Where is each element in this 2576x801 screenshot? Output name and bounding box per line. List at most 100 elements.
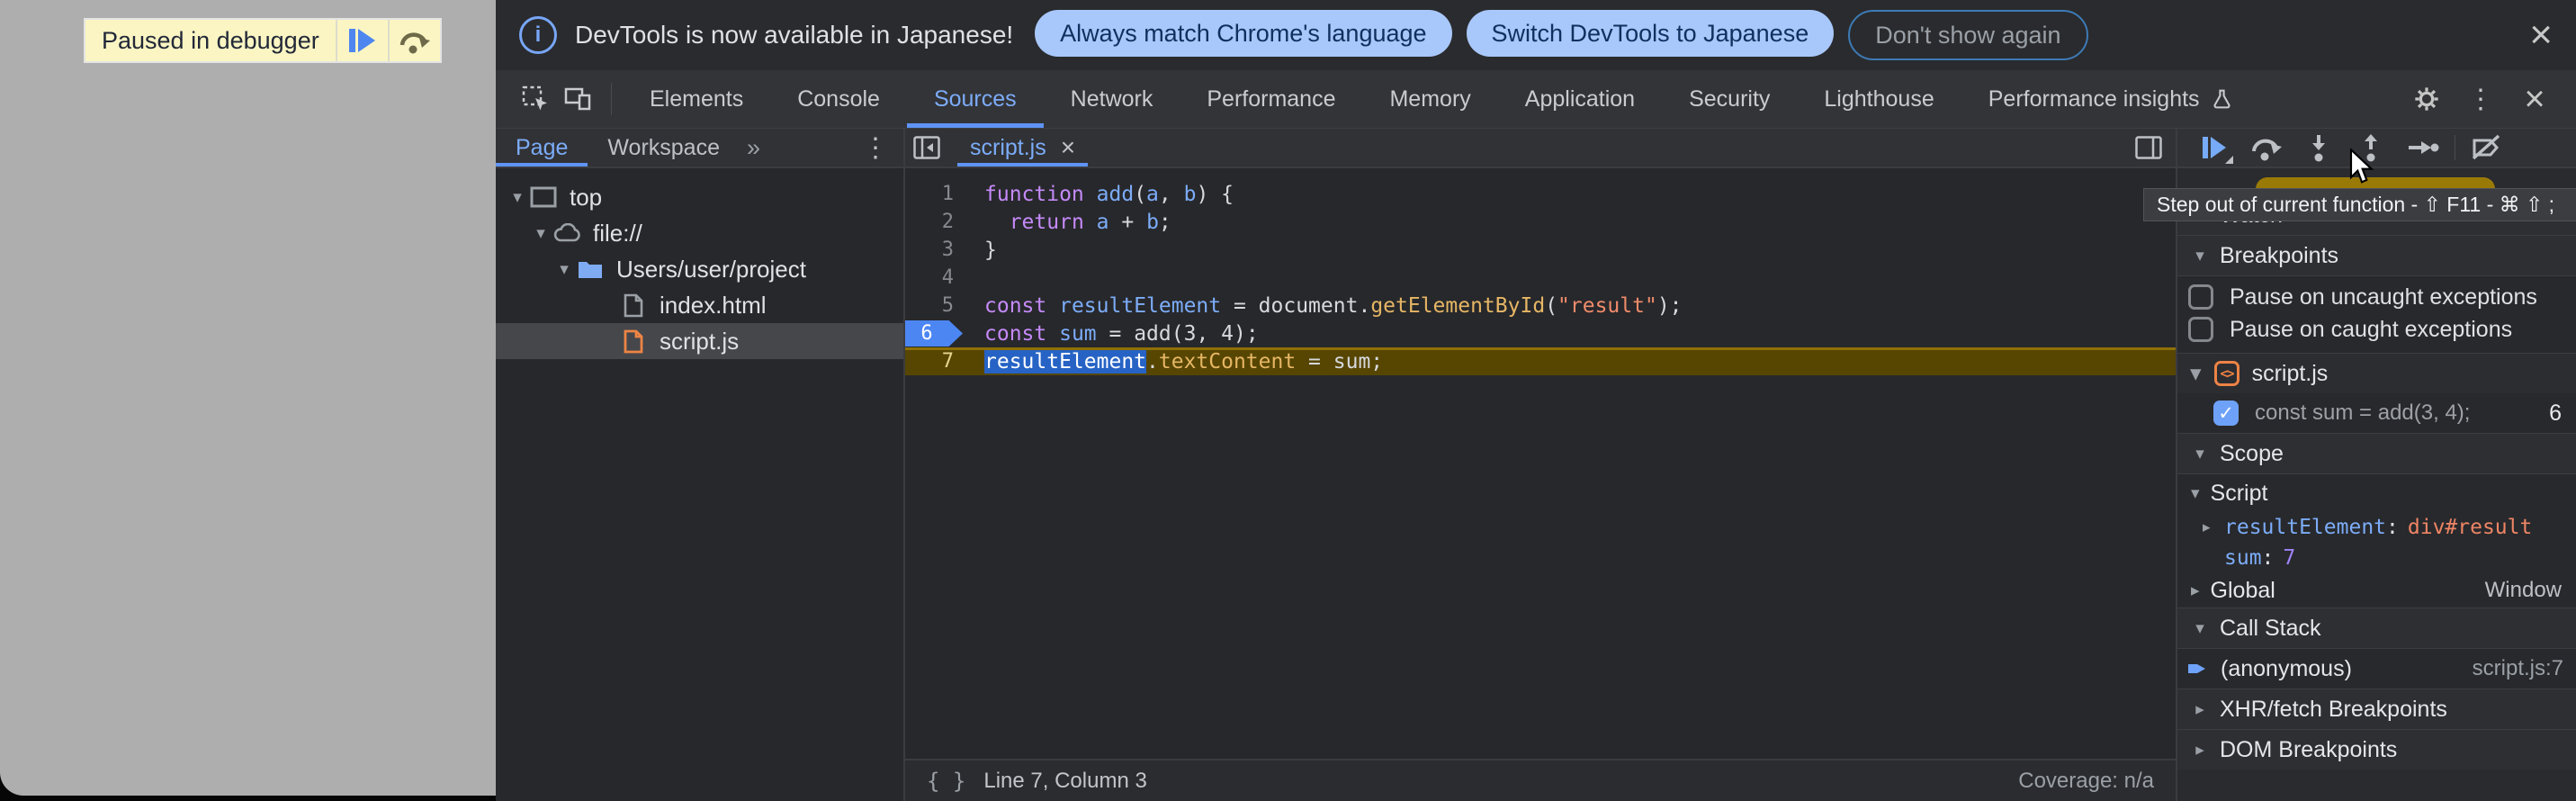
tab-console[interactable]: Console: [770, 70, 907, 128]
line-number-gutter[interactable]: 3: [905, 236, 972, 264]
tab-close-icon[interactable]: ×: [1061, 133, 1075, 162]
tab-memory[interactable]: Memory: [1362, 70, 1497, 128]
inspect-element-button[interactable]: [514, 70, 557, 128]
tree-item-top[interactable]: ▾top: [496, 179, 903, 215]
tree-item-Users-user-project[interactable]: ▾Users/user/project: [496, 251, 903, 287]
callstack-frame[interactable]: (anonymous) script.js:7: [2177, 648, 2576, 688]
code-token: resultElement: [984, 350, 1146, 374]
gear-icon: [2412, 85, 2441, 113]
toggle-navigator-button[interactable]: [905, 136, 948, 159]
tree-item-file-[interactable]: ▾file://: [496, 215, 903, 251]
close-devtools-button[interactable]: ×: [2511, 79, 2558, 120]
step-over-banner-button[interactable]: [388, 20, 440, 61]
code-line-1[interactable]: 1function add(a, b) {: [905, 180, 2176, 208]
line-number-gutter[interactable]: 6: [905, 320, 972, 347]
tab-elements[interactable]: Elements: [623, 70, 770, 128]
code-line-6[interactable]: 6const sum = add(3, 4);: [905, 320, 2176, 347]
line-number-gutter[interactable]: 7: [905, 347, 972, 375]
tab-application[interactable]: Application: [1498, 70, 1662, 128]
notification-action-button[interactable]: Always match Chrome's language: [1035, 10, 1451, 57]
notification-bar: i DevTools is now available in Japanese!…: [496, 0, 2576, 70]
code-token: "result": [1557, 294, 1657, 318]
scope-section-header[interactable]: ▾ Scope: [2177, 433, 2576, 473]
screenshot-root: { "colors":{"accent_blue":"#7cacf8","bre…: [0, 0, 2576, 801]
toggle-device-toolbar-button[interactable]: [557, 70, 600, 128]
scope-script-group[interactable]: ▾ Script: [2177, 473, 2576, 512]
paused-in-debugger-banner: Paused in debugger: [84, 18, 442, 63]
navigator-tab-page[interactable]: Page: [496, 129, 588, 166]
mouse-cursor: [2347, 148, 2377, 184]
deactivate-breakpoints-button[interactable]: [2461, 129, 2513, 166]
tab-network[interactable]: Network: [1044, 70, 1180, 128]
navigator-tab-workspace[interactable]: Workspace: [588, 129, 740, 166]
scope-global-row[interactable]: ▸ Global Window: [2177, 573, 2576, 608]
breakpoint-file-header[interactable]: ▾ <> script.js: [2177, 354, 2576, 393]
code-token: return: [1010, 211, 1084, 234]
file-tree: ▾top▾file://▾Users/user/projectindex.htm…: [496, 168, 903, 359]
breakpoint-entry[interactable]: ✓ const sum = add(3, 4); 6: [2177, 393, 2576, 433]
editor-tab-scriptjs[interactable]: script.js ×: [957, 129, 1088, 166]
pause-uncaught-checkbox[interactable]: [2188, 284, 2213, 310]
tab-performance-insights[interactable]: Performance insights: [1961, 70, 2260, 128]
code-line-4[interactable]: 4: [905, 264, 2176, 292]
code-token: );: [1234, 322, 1259, 346]
settings-button[interactable]: [2403, 85, 2450, 113]
line-number-gutter[interactable]: 2: [905, 208, 972, 236]
line-number-gutter[interactable]: 5: [905, 292, 972, 320]
scope-label: Scope: [2220, 441, 2284, 467]
code-line-3[interactable]: 3}: [905, 236, 2176, 264]
code-line-7[interactable]: 7resultElement.textContent = sum;: [905, 347, 2176, 375]
tab-sources[interactable]: Sources: [907, 70, 1044, 128]
tree-item-index-html[interactable]: index.html: [496, 287, 903, 323]
line-number-gutter[interactable]: 4: [905, 264, 972, 292]
caret-expanded-icon: ▾: [2190, 360, 2202, 387]
tree-item-label: Users/user/project: [616, 256, 806, 284]
resume-button[interactable]: [2188, 129, 2240, 166]
caret-expanded-icon: ▾: [2191, 483, 2200, 504]
notification-action-button[interactable]: Switch DevTools to Japanese: [1467, 10, 1835, 57]
navigator-more-options-button[interactable]: ⋮: [862, 132, 903, 164]
callstack-section-header[interactable]: ▾ Call Stack: [2177, 608, 2576, 648]
step-button[interactable]: [2397, 129, 2449, 166]
breakpoints-section-header[interactable]: ▾ Breakpoints: [2177, 235, 2576, 275]
tab-lighthouse[interactable]: Lighthouse: [1797, 70, 1961, 128]
pause-caught-exceptions-row[interactable]: Pause on caught exceptions: [2177, 313, 2576, 346]
notification-close-icon[interactable]: ×: [2529, 15, 2553, 55]
step-over-button[interactable]: [2240, 129, 2293, 166]
flask-icon: [2211, 87, 2233, 112]
code-token: const: [984, 294, 1046, 318]
code-editor[interactable]: 1function add(a, b) {2 return a + b;3}45…: [905, 168, 2176, 759]
dom-breakpoints-header[interactable]: ▸ DOM Breakpoints: [2177, 729, 2576, 770]
dont-show-again-button[interactable]: Don't show again: [1848, 10, 2087, 60]
scope-variable-resultElement[interactable]: ▸resultElement:div#result: [2177, 512, 2576, 543]
breakpoint-marker[interactable]: 6: [905, 320, 963, 346]
resume-icon: [2203, 137, 2226, 158]
code-token: document: [1259, 294, 1359, 318]
caret-expanded-icon: ▾: [2191, 444, 2209, 464]
frame-name: (anonymous): [2221, 656, 2352, 682]
code-token: function: [984, 183, 1084, 206]
pretty-print-icon[interactable]: { }: [927, 769, 965, 794]
step-over-icon: [398, 25, 432, 56]
pause-caught-checkbox[interactable]: [2188, 317, 2213, 342]
line-number-gutter[interactable]: 1: [905, 180, 972, 208]
toggle-debugger-sidebar-button[interactable]: [2127, 136, 2170, 159]
code-line-5[interactable]: 5const resultElement = document.getEleme…: [905, 292, 2176, 320]
frame-location: script.js:7: [2473, 656, 2563, 681]
code-line-text: }: [972, 238, 997, 262]
pause-uncaught-exceptions-row[interactable]: Pause on uncaught exceptions: [2177, 281, 2576, 313]
more-tabs-chevron-icon[interactable]: »: [740, 134, 767, 162]
breakpoint-enabled-checkbox[interactable]: ✓: [2213, 400, 2239, 426]
tree-item-script-js[interactable]: script.js: [496, 323, 903, 359]
step-into-icon: [2303, 133, 2334, 162]
resume-script-button[interactable]: [336, 20, 388, 61]
code-line-text: return a + b;: [972, 211, 1171, 234]
tab-security[interactable]: Security: [1662, 70, 1797, 128]
tab-performance[interactable]: Performance: [1180, 70, 1362, 128]
scope-variables: ▸resultElement:div#resultsum:7: [2177, 512, 2576, 573]
step-into-button[interactable]: [2293, 129, 2345, 166]
code-line-2[interactable]: 2 return a + b;: [905, 208, 2176, 236]
xhr-breakpoints-header[interactable]: ▸ XHR/fetch Breakpoints: [2177, 688, 2576, 729]
more-options-button[interactable]: ⋮: [2457, 84, 2504, 115]
scope-variable-sum[interactable]: sum:7: [2177, 543, 2576, 573]
